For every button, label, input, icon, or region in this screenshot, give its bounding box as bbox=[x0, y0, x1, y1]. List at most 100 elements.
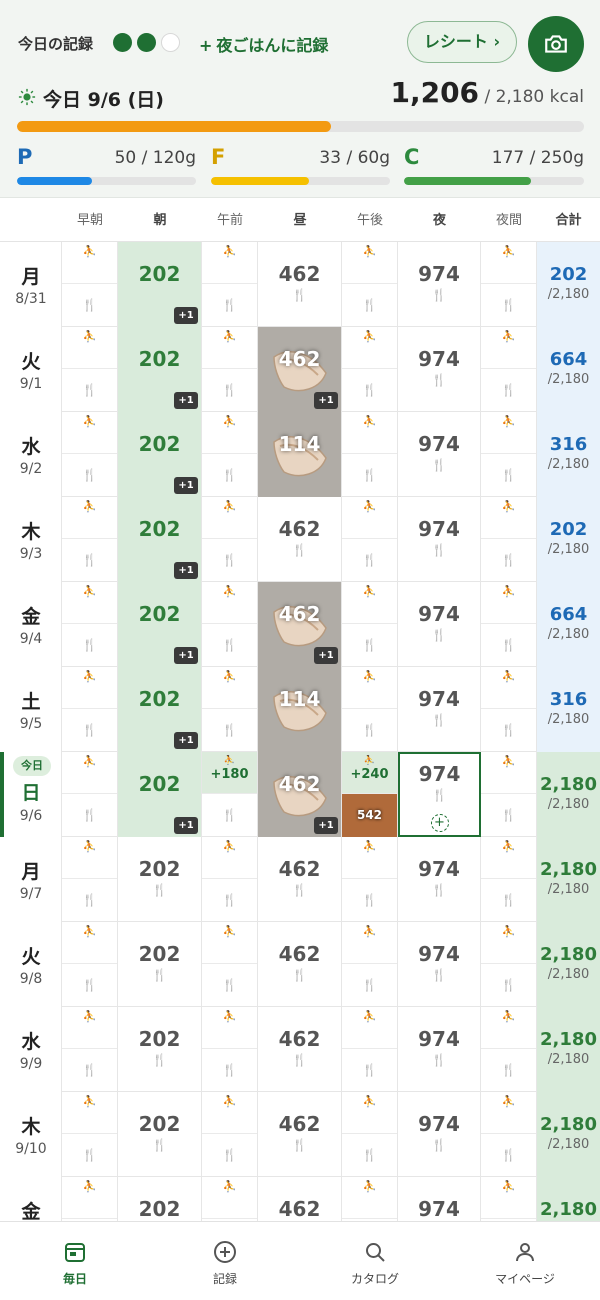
record-dinner-link[interactable]: + 夜ごはんに記録 bbox=[199, 32, 328, 56]
snack-cell[interactable]: ⛹🍴 bbox=[202, 922, 258, 1007]
nav-catalog[interactable]: カタログ bbox=[300, 1222, 450, 1300]
snack-cell[interactable]: ⛹🍴 bbox=[342, 327, 398, 412]
meal-slot[interactable]: 🍴 bbox=[62, 624, 117, 667]
meal-slot[interactable]: 🍴 bbox=[342, 1049, 397, 1092]
exercise-slot[interactable]: ⛹ bbox=[62, 1177, 117, 1219]
exercise-slot[interactable]: ⛹ bbox=[342, 582, 397, 624]
exercise-slot[interactable]: ⛹ bbox=[342, 412, 397, 454]
exercise-slot[interactable]: ⛹ bbox=[62, 327, 117, 369]
meal-slot[interactable]: 🍴 bbox=[481, 794, 536, 837]
snack-cell[interactable]: ⛹🍴 bbox=[202, 837, 258, 922]
snack-cell[interactable]: ⛹🍴 bbox=[481, 497, 537, 582]
snack-cell[interactable]: ⛹🍴 bbox=[62, 1007, 118, 1092]
lunch-cell[interactable]: 462🍴 bbox=[258, 1177, 342, 1221]
exercise-slot[interactable]: ⛹ bbox=[202, 412, 257, 454]
breakfast-cell[interactable]: 202 +1 bbox=[118, 582, 202, 667]
exercise-slot[interactable]: ⛹ bbox=[481, 922, 536, 964]
breakfast-cell[interactable]: 202 +1 bbox=[118, 752, 202, 837]
exercise-slot[interactable]: ⛹ bbox=[481, 837, 536, 879]
meal-slot[interactable]: 🍴 bbox=[481, 709, 536, 752]
exercise-slot[interactable]: ⛹ bbox=[342, 242, 397, 284]
exercise-slot[interactable]: ⛹ bbox=[202, 582, 257, 624]
meal-slot[interactable]: 🍴 bbox=[342, 1134, 397, 1177]
lunch-cell[interactable]: 462🍴 bbox=[258, 837, 342, 922]
breakfast-cell[interactable]: 202🍴 bbox=[118, 1092, 202, 1177]
meal-slot[interactable]: 🍴 bbox=[342, 539, 397, 582]
snack-cell[interactable]: ⛹🍴 bbox=[342, 1007, 398, 1092]
meal-slot[interactable]: 🍴 bbox=[202, 369, 257, 412]
snack-cell[interactable]: ⛹🍴 bbox=[62, 1177, 118, 1221]
snack-cell[interactable]: ⛹🍴 bbox=[342, 412, 398, 497]
snack-cell[interactable]: ⛹🍴 bbox=[202, 1092, 258, 1177]
exercise-slot[interactable]: ⛹ bbox=[62, 497, 117, 539]
meal-slot[interactable]: 🍴 bbox=[202, 284, 257, 327]
exercise-slot[interactable]: ⛹ +180 bbox=[202, 752, 257, 794]
snack-cell[interactable]: ⛹🍴 bbox=[481, 922, 537, 1007]
snack-cell[interactable]: ⛹🍴 bbox=[62, 667, 118, 752]
breakfast-cell[interactable]: 202 +1 bbox=[118, 497, 202, 582]
snack-cell[interactable]: ⛹🍴 bbox=[342, 1177, 398, 1221]
dinner-cell[interactable]: 974 🍴 bbox=[398, 667, 481, 752]
meal-slot[interactable]: 🍴 bbox=[342, 709, 397, 752]
dinner-cell[interactable]: 974 🍴 bbox=[398, 497, 481, 582]
meal-slot[interactable]: 🍴 bbox=[62, 284, 117, 327]
meal-slot[interactable]: 🍴 bbox=[481, 539, 536, 582]
dinner-cell[interactable]: 974 🍴 bbox=[398, 242, 481, 327]
nav-mypage[interactable]: マイページ bbox=[450, 1222, 600, 1300]
exercise-slot[interactable]: ⛹ bbox=[342, 327, 397, 369]
breakfast-cell[interactable]: 202 +1 bbox=[118, 327, 202, 412]
snack-cell[interactable]: ⛹🍴 bbox=[62, 752, 118, 837]
meal-slot[interactable]: 🍴 bbox=[62, 879, 117, 922]
snack-cell[interactable]: ⛹🍴 bbox=[481, 582, 537, 667]
dinner-cell[interactable]: 974 🍴 + bbox=[398, 752, 481, 837]
snack-cell[interactable]: ⛹🍴 bbox=[481, 242, 537, 327]
meal-slot[interactable]: 🍴 bbox=[202, 1134, 257, 1177]
snack-cell[interactable]: ⛹🍴 bbox=[481, 667, 537, 752]
lunch-cell[interactable]: 462🍴 bbox=[258, 1007, 342, 1092]
snack-cell[interactable]: ⛹🍴 bbox=[62, 497, 118, 582]
exercise-slot[interactable]: ⛹ bbox=[62, 922, 117, 964]
exercise-slot[interactable]: ⛹ bbox=[481, 242, 536, 284]
breakfast-cell[interactable]: 202🍴 bbox=[118, 1177, 202, 1221]
meal-slot[interactable]: 🍴 bbox=[342, 964, 397, 1007]
snack-cell[interactable]: ⛹🍴 bbox=[202, 667, 258, 752]
meal-slot[interactable]: 🍴 bbox=[62, 1134, 117, 1177]
exercise-slot[interactable]: ⛹ bbox=[202, 327, 257, 369]
exercise-slot[interactable]: ⛹ bbox=[481, 1177, 536, 1219]
lunch-cell[interactable]: 114 bbox=[258, 412, 342, 497]
lunch-cell[interactable]: 462🍴 bbox=[258, 242, 342, 327]
meal-slot[interactable]: 🍴 bbox=[202, 709, 257, 752]
exercise-slot[interactable]: ⛹ bbox=[62, 1092, 117, 1134]
snack-cell[interactable]: ⛹🍴 bbox=[481, 327, 537, 412]
exercise-slot[interactable]: ⛹ bbox=[481, 412, 536, 454]
meal-slot[interactable]: 🍴 bbox=[481, 369, 536, 412]
snack-cell[interactable]: ⛹🍴 bbox=[481, 1007, 537, 1092]
meal-slot[interactable]: 🍴 bbox=[62, 964, 117, 1007]
meal-slot[interactable]: 542 bbox=[342, 794, 397, 837]
dinner-cell[interactable]: 974 🍴 bbox=[398, 922, 481, 1007]
exercise-slot[interactable]: ⛹ +240 bbox=[342, 752, 397, 794]
dinner-cell[interactable]: 974 🍴 bbox=[398, 837, 481, 922]
exercise-slot[interactable]: ⛹ bbox=[62, 752, 117, 794]
lunch-cell[interactable]: 462 +1 bbox=[258, 582, 342, 667]
lunch-cell[interactable]: 462 +1 bbox=[258, 327, 342, 412]
snack-cell[interactable]: ⛹🍴 bbox=[62, 582, 118, 667]
dinner-cell[interactable]: 974 🍴 bbox=[398, 1092, 481, 1177]
nav-daily[interactable]: 毎日 bbox=[0, 1222, 150, 1300]
exercise-slot[interactable]: ⛹ bbox=[62, 1007, 117, 1049]
snack-cell[interactable]: ⛹🍴 bbox=[62, 1092, 118, 1177]
meal-slot[interactable]: 🍴 bbox=[62, 454, 117, 497]
snack-cell[interactable]: ⛹🍴 bbox=[62, 837, 118, 922]
exercise-slot[interactable]: ⛹ bbox=[481, 752, 536, 794]
meal-slot[interactable]: 🍴 bbox=[202, 539, 257, 582]
meal-slot[interactable]: 🍴 bbox=[202, 1049, 257, 1092]
exercise-slot[interactable]: ⛹ bbox=[202, 922, 257, 964]
snack-cell[interactable]: ⛹🍴 bbox=[202, 1007, 258, 1092]
snack-cell[interactable]: ⛹🍴 bbox=[342, 497, 398, 582]
snack-cell[interactable]: ⛹🍴 bbox=[62, 412, 118, 497]
snack-cell[interactable]: ⛹🍴 bbox=[481, 837, 537, 922]
snack-cell[interactable]: ⛹🍴 bbox=[62, 922, 118, 1007]
snack-cell[interactable]: ⛹🍴 bbox=[202, 327, 258, 412]
exercise-slot[interactable]: ⛹ bbox=[62, 837, 117, 879]
exercise-slot[interactable]: ⛹ bbox=[342, 667, 397, 709]
